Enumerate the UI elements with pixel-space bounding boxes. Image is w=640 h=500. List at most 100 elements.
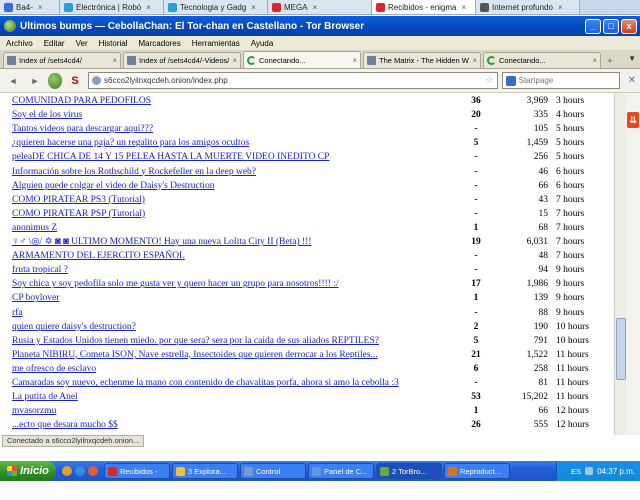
thread-link[interactable]: ♀♂ \◎/ ✡ ◙ ◙ ULTIMO MOMENTO! Hay una nue… <box>12 236 462 249</box>
thread-link[interactable]: rfa <box>12 307 462 320</box>
taskbar-button[interactable]: Recibidos - <box>104 463 170 479</box>
menu-ver[interactable]: Ver <box>76 39 88 48</box>
tab-close-icon[interactable]: × <box>461 3 466 12</box>
thread-age: 7 hours <box>556 237 585 247</box>
vertical-scrollbar[interactable] <box>614 93 626 435</box>
browser-tab[interactable]: Index of /sets4cd4/ × <box>3 52 121 68</box>
thread-link[interactable]: anonimus Z <box>12 222 462 235</box>
menu-ayuda[interactable]: Ayuda <box>251 39 274 48</box>
tab-close-icon[interactable]: × <box>352 56 357 65</box>
thread-link[interactable]: mvasorzmu <box>12 405 462 418</box>
close-button[interactable]: x <box>621 18 637 34</box>
browser-tab[interactable]: Conectando... × <box>243 51 361 68</box>
forward-button[interactable]: ► <box>26 72 44 90</box>
tab-close-icon[interactable]: × <box>112 56 117 65</box>
thread-link[interactable]: ¿quieren hacerse una paja? un regalito p… <box>12 137 462 150</box>
window-title-bar[interactable]: Últimos bumps — CebollaChan: El Tor-chan… <box>0 16 640 36</box>
thread-row: anonimus Z 1 68 7 hours <box>0 222 614 235</box>
new-tab-button[interactable]: + <box>603 54 617 68</box>
host-tab[interactable]: Ba4- × <box>0 0 60 14</box>
language-indicator[interactable]: ES <box>571 467 581 476</box>
menu-editar[interactable]: Editar <box>44 39 65 48</box>
tab-list-icon[interactable]: ▼ <box>628 54 636 63</box>
maximize-button[interactable]: □ <box>603 18 619 34</box>
thread-link[interactable]: Rusia y Estados Unidos tienen miedo. por… <box>12 335 462 348</box>
bookmark-star-icon[interactable]: ☆ <box>486 75 494 86</box>
host-tab[interactable]: MEGA × <box>268 0 372 14</box>
taskbar-button[interactable]: 2 TorBro... <box>376 463 442 479</box>
thread-row: peleaDE CHICA DE 14 Y 15 PELEA HASTA LA … <box>0 151 614 164</box>
tab-favicon-icon <box>480 3 489 12</box>
tab-close-icon[interactable]: × <box>38 3 43 12</box>
address-bar[interactable]: ☆ <box>88 72 498 89</box>
host-tab[interactable]: Electrónica | Robó × <box>60 0 164 14</box>
thread-link[interactable]: Planeta NIBIRU, Cometa ISON, Nave estrel… <box>12 349 462 362</box>
taskbar-button[interactable]: Panel de C... <box>308 463 374 479</box>
thread-replies: - <box>474 166 478 177</box>
url-input[interactable] <box>104 76 483 85</box>
chrome-icon[interactable] <box>62 466 72 476</box>
minimize-button[interactable]: _ <box>585 18 601 34</box>
thread-link[interactable]: Tantos videos para descargar aqui??? <box>12 123 462 136</box>
host-tab[interactable]: Tecnologia y Gadg × <box>164 0 268 14</box>
menu-historial[interactable]: Historial <box>99 39 128 48</box>
start-button[interactable]: Inicio <box>0 461 56 481</box>
taskbar-button-label: Panel de C... <box>324 466 368 476</box>
taskbar-app-icon <box>176 466 185 476</box>
tor-onion-button[interactable] <box>48 72 62 89</box>
menu-marcadores[interactable]: Marcadores <box>139 39 181 48</box>
thread-link[interactable]: Camaradas soy nuevo, echenme la mano con… <box>12 377 462 390</box>
scrollbar-thumb[interactable] <box>616 318 626 380</box>
search-engine-icon[interactable] <box>505 75 516 86</box>
taskbar-button[interactable]: Control <box>240 463 306 479</box>
tab-close-icon[interactable]: × <box>232 56 237 65</box>
thread-link[interactable]: quien quiere daisy's destruction? <box>12 321 462 334</box>
thread-row: Rusia y Estados Unidos tienen miedo. por… <box>0 335 614 348</box>
thread-replies: 36 <box>471 96 481 106</box>
xmarks-icon[interactable]: ✕ <box>628 75 636 86</box>
thread-link[interactable]: Alguien puede colgar el video de Daisy's… <box>12 180 462 193</box>
firefox-icon[interactable] <box>88 466 98 476</box>
tray-network-icon[interactable] <box>585 467 594 475</box>
thread-link[interactable]: La putita de Anel <box>12 391 462 404</box>
thread-link[interactable]: ARMAMENTO DEL EJERCITO ESPAÑOL <box>12 250 462 263</box>
host-tab[interactable]: Internet profundo × <box>476 0 580 14</box>
thread-views: 105 <box>533 124 548 135</box>
tab-close-icon[interactable]: × <box>251 3 256 12</box>
tab-close-icon[interactable]: × <box>592 56 597 65</box>
browser-tab[interactable]: Conectando... × <box>483 52 601 68</box>
thread-link[interactable]: Información sobre los Rothschild y Rocke… <box>12 166 462 179</box>
thread-link[interactable]: Soy el de los virus <box>12 109 462 122</box>
tab-close-icon[interactable]: × <box>472 56 477 65</box>
host-tab[interactable]: Recibidos - enigma × <box>372 0 476 14</box>
menu-archivo[interactable]: Archivo <box>6 39 33 48</box>
thread-link[interactable]: COMUNIDAD PARA PEDOFILOS <box>12 95 462 108</box>
search-input[interactable] <box>518 76 616 85</box>
search-box[interactable] <box>501 72 620 89</box>
browser-tab[interactable]: The Matrix - The Hidden Wiki × <box>363 52 481 68</box>
taskbar-button[interactable]: 3 Explora... <box>172 463 238 479</box>
taskbar-button[interactable]: Reproduct... <box>444 463 510 479</box>
noscript-icon[interactable]: S <box>66 72 84 90</box>
thread-replies: 19 <box>471 237 481 247</box>
ie-icon[interactable] <box>75 466 85 476</box>
thread-link[interactable]: COMO PIRATEAR PSP (Tutorial) <box>12 208 462 221</box>
downthemall-icon[interactable]: ⇊ <box>627 112 639 128</box>
tab-close-icon[interactable]: × <box>558 3 563 12</box>
thread-age: 11 hours <box>556 392 589 403</box>
taskbar-button-label: 3 Explora... <box>188 466 226 476</box>
thread-link[interactable]: me ofresco de esclavo <box>12 363 462 376</box>
back-button[interactable]: ◄ <box>4 72 22 90</box>
menu-herramientas[interactable]: Herramientas <box>192 39 240 48</box>
thread-link[interactable]: CP boylover <box>12 292 462 305</box>
thread-link[interactable]: Soy chica y soy pedofila solo me gusta v… <box>12 278 462 291</box>
tab-close-icon[interactable]: × <box>146 3 151 12</box>
thread-link[interactable]: COMO PIRATEAR PS3 (Tutorial) <box>12 194 462 207</box>
browser-tab[interactable]: Index of /sets4cd4/-Videos/× <box>123 52 241 68</box>
thread-views: 791 <box>533 335 548 346</box>
thread-link[interactable]: peleaDE CHICA DE 14 Y 15 PELEA HASTA LA … <box>12 151 462 164</box>
tab-close-icon[interactable]: × <box>313 3 318 12</box>
thread-row: Planeta NIBIRU, Cometa ISON, Nave estrel… <box>0 349 614 362</box>
thread-link[interactable]: fruta tropical ? <box>12 264 462 277</box>
thread-link[interactable]: ...ecto que desara mucho $$ <box>12 419 462 432</box>
